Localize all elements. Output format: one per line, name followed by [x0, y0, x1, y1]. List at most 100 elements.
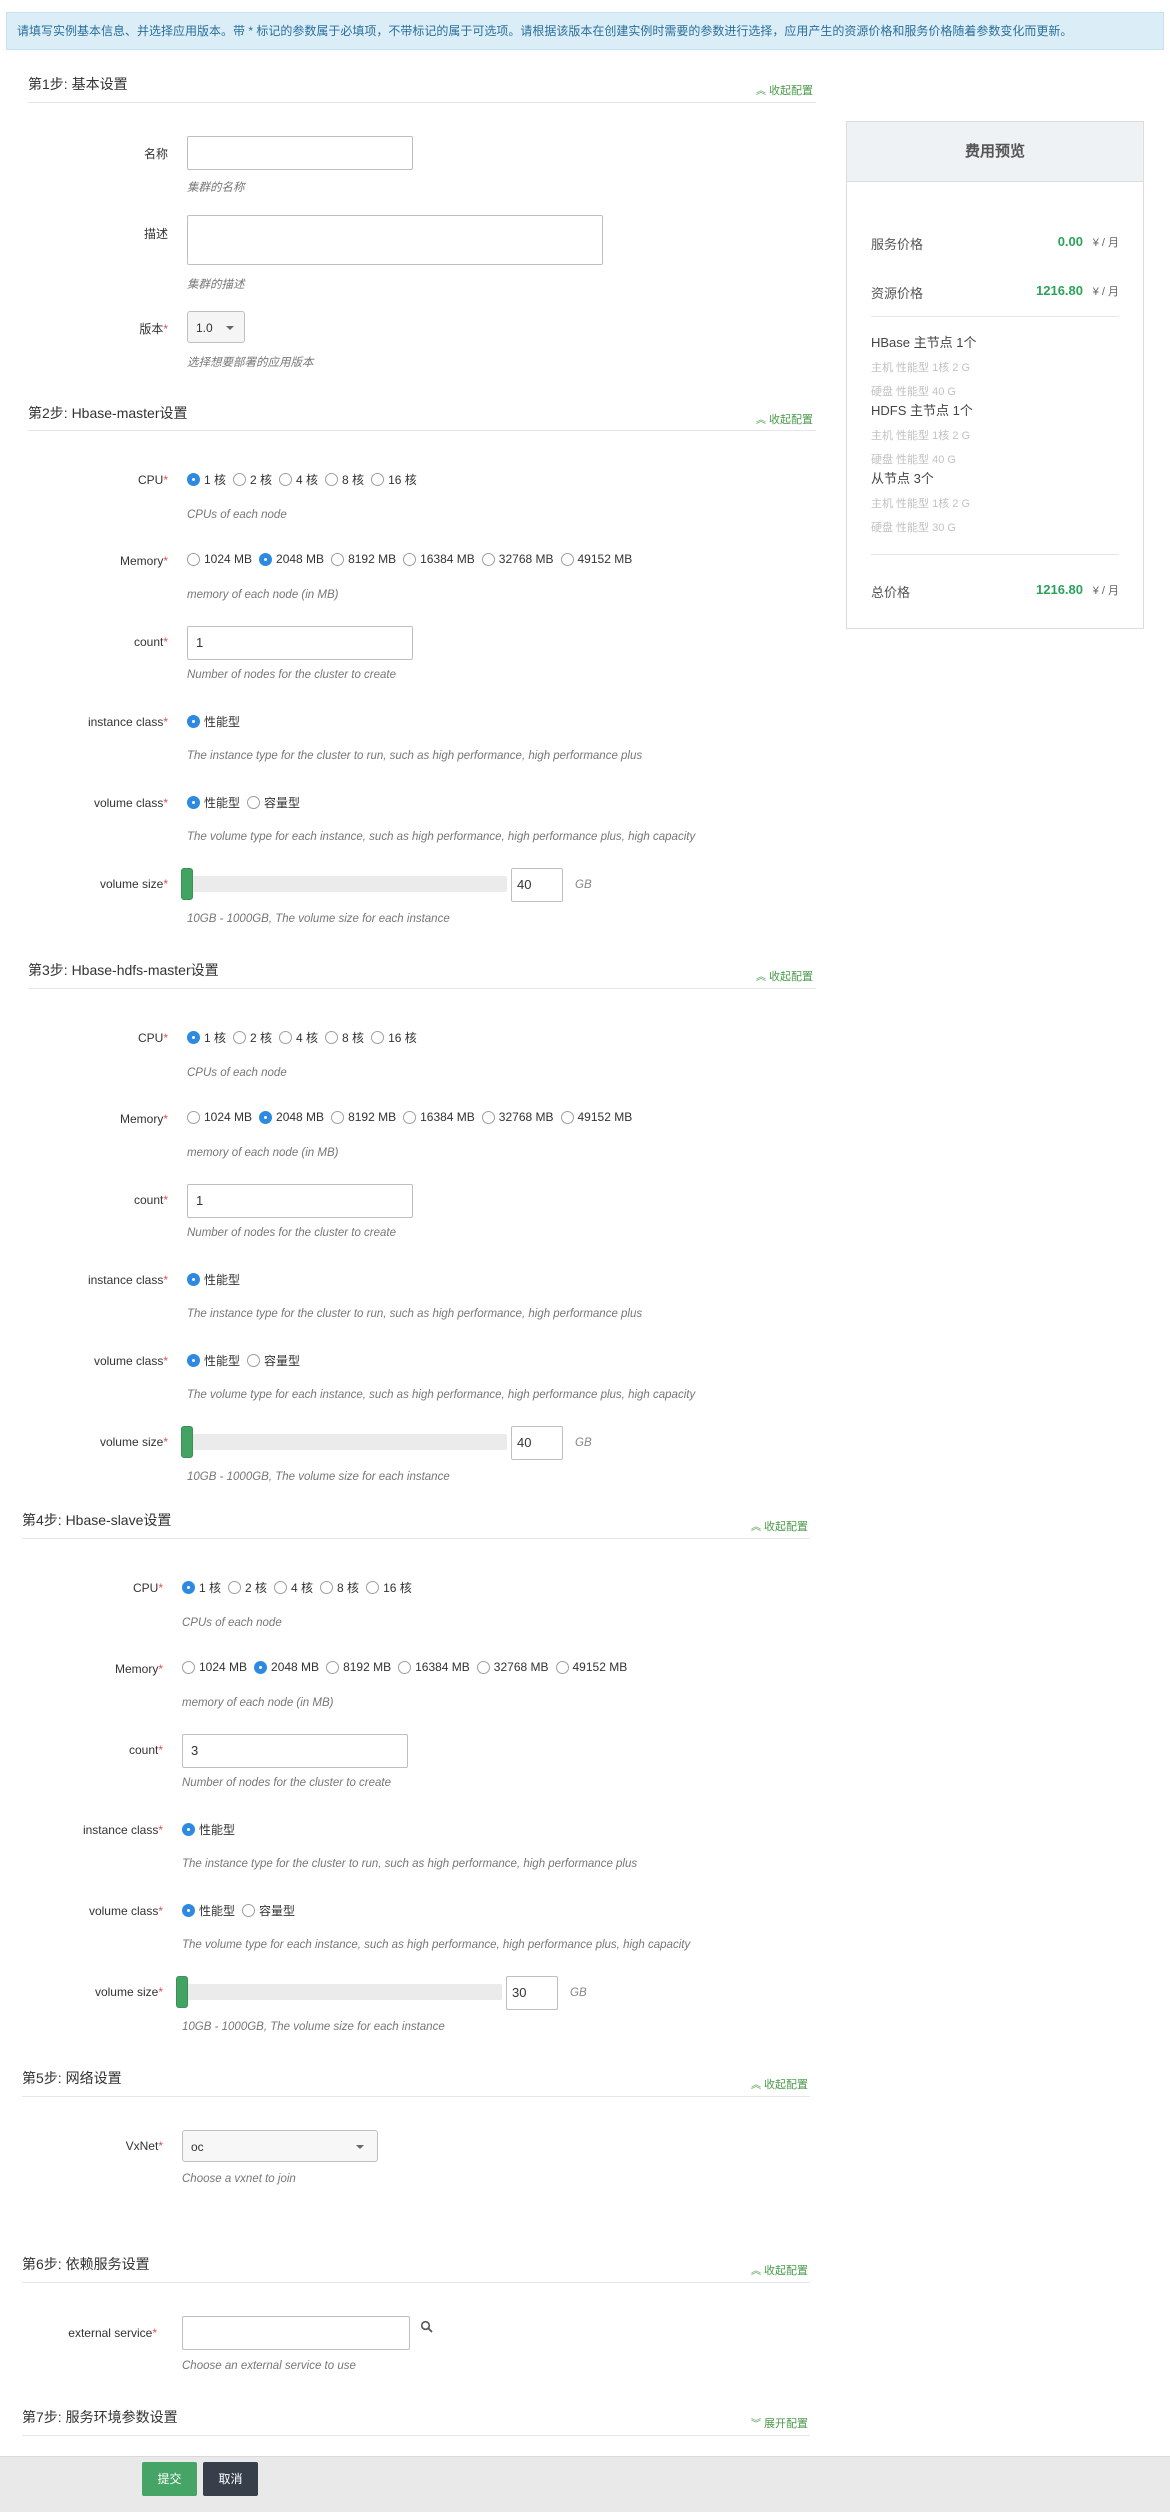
memory-option[interactable]: 1024 MB	[187, 1110, 252, 1124]
cpu-option[interactable]: 2 核	[228, 1579, 267, 1596]
memory-option[interactable]: 32768 MB	[481, 1110, 554, 1124]
instance-class-label: instance class*	[87, 715, 168, 729]
count-input[interactable]: 3	[182, 1734, 408, 1768]
volume-size-slider[interactable]	[182, 1984, 502, 2000]
cpu-option[interactable]: 1 核	[187, 1029, 226, 1046]
service-price-value: 0.00	[1057, 234, 1083, 249]
resource-price-value: 1216.80	[1036, 283, 1083, 298]
memory-option[interactable]: 2048 MB	[259, 552, 324, 566]
cpu-option[interactable]: 16 核	[371, 471, 417, 488]
cpu-option[interactable]: 8 核	[320, 1579, 359, 1596]
volume-size-input[interactable]: 30	[506, 1976, 558, 2010]
desc-textarea[interactable]	[187, 215, 603, 265]
volume-class-option[interactable]: 性能型	[182, 1902, 235, 1919]
memory-option[interactable]: 16384 MB	[403, 1110, 475, 1124]
chevron-up-icon: ︽	[751, 2080, 761, 2091]
caret-down-icon	[226, 326, 234, 330]
divider	[28, 430, 816, 431]
memory-option[interactable]: 8192 MB	[331, 1110, 396, 1124]
cpu-option[interactable]: 4 核	[279, 1029, 318, 1046]
volume-class-option[interactable]: 容量型	[247, 794, 300, 811]
instance-class-option[interactable]: 性能型	[187, 713, 240, 730]
search-icon[interactable]	[420, 2320, 434, 2334]
memory-option[interactable]: 49152 MB	[555, 1660, 627, 1674]
submit-button[interactable]: 提交	[142, 2462, 197, 2496]
instance-class-help: The instance type for the cluster to run…	[182, 1858, 638, 1870]
cpu-option[interactable]: 16 核	[366, 1579, 412, 1596]
name-input[interactable]	[187, 136, 413, 170]
instance-class-option[interactable]: 性能型	[187, 1271, 240, 1288]
memory-option[interactable]: 1024 MB	[187, 552, 252, 566]
slider-handle[interactable]	[181, 868, 193, 900]
node-spec: 主机 性能型 1核 2 G	[871, 362, 971, 374]
slider-handle[interactable]	[176, 1976, 188, 2008]
instance-class-radio-group: 性能型	[182, 1821, 242, 1838]
volume-class-option[interactable]: 容量型	[247, 1352, 300, 1369]
memory-option[interactable]: 32768 MB	[481, 552, 554, 566]
memory-radio-group: 1024 MB 2048 MB 8192 MB 16384 MB 32768 M…	[182, 1660, 634, 1674]
external-service-input[interactable]	[182, 2316, 410, 2350]
memory-label: Memory*	[114, 1662, 163, 1676]
cpu-option[interactable]: 2 核	[233, 471, 272, 488]
cpu-help: CPUs of each node	[187, 1067, 287, 1079]
volume-class-label: volume class*	[88, 1904, 163, 1918]
cpu-option[interactable]: 8 核	[325, 471, 364, 488]
step6-collapse-link[interactable]: ︽ 收起配置	[751, 2262, 808, 2278]
total-price-value: 1216.80	[1036, 582, 1083, 597]
version-select[interactable]: 1.0	[187, 311, 245, 343]
slider-handle[interactable]	[181, 1426, 193, 1458]
divider	[22, 1538, 810, 1539]
memory-option[interactable]: 1024 MB	[182, 1660, 247, 1674]
caret-down-icon	[356, 2145, 364, 2149]
cpu-option[interactable]: 1 核	[182, 1579, 221, 1596]
divider	[22, 2096, 810, 2097]
volume-size-slider[interactable]	[187, 876, 507, 892]
memory-option[interactable]: 32768 MB	[476, 1660, 549, 1674]
step2-collapse-link[interactable]: ︽ 收起配置	[756, 411, 813, 427]
step7-title: 第7步: 服务环境参数设置	[22, 2409, 178, 2425]
memory-option[interactable]: 2048 MB	[254, 1660, 319, 1674]
instance-class-option[interactable]: 性能型	[182, 1821, 235, 1838]
count-help: Number of nodes for the cluster to creat…	[182, 1777, 392, 1789]
count-input[interactable]: 1	[187, 626, 413, 660]
cpu-option[interactable]: 16 核	[371, 1029, 417, 1046]
divider	[28, 102, 816, 103]
volume-class-help: The volume type for each instance, such …	[187, 831, 696, 843]
volume-size-input[interactable]: 40	[511, 868, 563, 902]
desc-help: 集群的描述	[187, 279, 245, 291]
step1-collapse-link[interactable]: ︽ 收起配置	[756, 82, 813, 98]
cpu-option[interactable]: 4 核	[279, 471, 318, 488]
memory-option[interactable]: 16384 MB	[403, 552, 475, 566]
node-title: HBase 主节点 1个	[871, 335, 977, 350]
total-price-row: 总价格 1216.80 ¥ / 月	[871, 582, 1119, 600]
volume-class-option[interactable]: 性能型	[187, 1352, 240, 1369]
memory-option[interactable]: 8192 MB	[326, 1660, 391, 1674]
memory-option[interactable]: 49152 MB	[560, 1110, 632, 1124]
cpu-option[interactable]: 2 核	[233, 1029, 272, 1046]
volume-size-input[interactable]: 40	[511, 1426, 563, 1460]
volume-class-radio-group: 性能型 容量型	[187, 794, 307, 811]
cpu-option[interactable]: 1 核	[187, 471, 226, 488]
volume-class-option[interactable]: 容量型	[242, 1902, 295, 1919]
memory-option[interactable]: 2048 MB	[259, 1110, 324, 1124]
count-input[interactable]: 1	[187, 1184, 413, 1218]
chevron-up-icon: ︽	[756, 86, 766, 97]
cancel-button[interactable]: 取消	[203, 2462, 258, 2496]
cpu-option[interactable]: 4 核	[274, 1579, 313, 1596]
step5-collapse-link[interactable]: ︽ 收起配置	[751, 2076, 808, 2092]
memory-option[interactable]: 16384 MB	[398, 1660, 470, 1674]
volume-size-label: volume size*	[94, 1985, 163, 1999]
node-title: 从节点 3个	[871, 471, 934, 486]
step7-expand-link[interactable]: ︾ 展开配置	[751, 2415, 808, 2431]
memory-option[interactable]: 8192 MB	[331, 552, 396, 566]
step4-collapse-link[interactable]: ︽ 收起配置	[751, 1518, 808, 1534]
vxnet-select[interactable]: oc	[182, 2130, 378, 2162]
memory-radio-group: 1024 MB 2048 MB 8192 MB 16384 MB 32768 M…	[187, 1110, 639, 1124]
volume-class-option[interactable]: 性能型	[187, 794, 240, 811]
memory-option[interactable]: 49152 MB	[560, 552, 632, 566]
step3-collapse-link[interactable]: ︽ 收起配置	[756, 968, 813, 984]
vxnet-help: Choose a vxnet to join	[182, 2173, 296, 2185]
cost-preview-panel: 费用预览 服务价格 0.00 ¥ / 月 资源价格 1216.80 ¥ / 月 …	[846, 121, 1144, 629]
cpu-option[interactable]: 8 核	[325, 1029, 364, 1046]
volume-size-slider[interactable]	[187, 1434, 507, 1450]
